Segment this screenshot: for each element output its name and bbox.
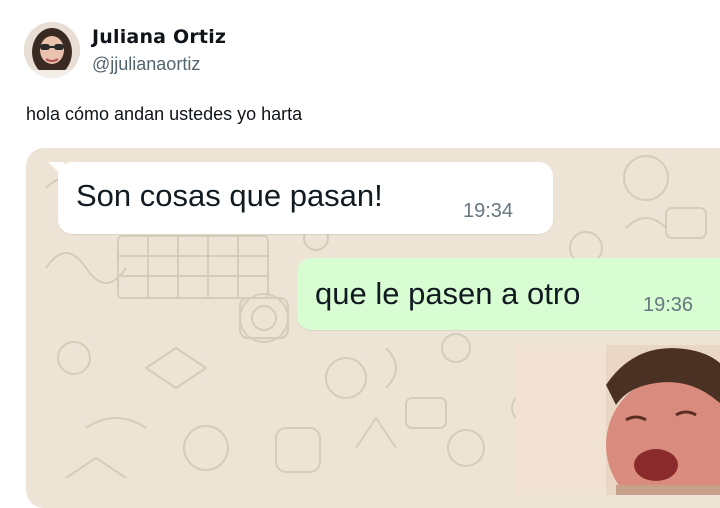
outgoing-message-text: que le pasen a otro (315, 276, 581, 311)
tweet-text: hola cómo andan ustedes yo harta (26, 104, 303, 124)
crying-child-photo[interactable] (516, 345, 720, 495)
user-handle[interactable]: @jjulianaortiz (92, 54, 200, 75)
tweet-media-chat-screenshot[interactable]: Son cosas que pasan! 19:34 que le pasen … (26, 148, 720, 508)
display-name[interactable]: Juliana Ortiz (92, 26, 226, 48)
avatar[interactable] (24, 22, 80, 78)
outgoing-message-bubble[interactable]: que le pasen a otro 19:36 (297, 258, 720, 330)
avatar-portrait-icon (24, 22, 80, 78)
incoming-message-text: Son cosas que pasan! (76, 178, 383, 213)
tweet-header: Juliana Ortiz @jjulianaortiz (0, 0, 720, 90)
incoming-message-time: 19:34 (463, 200, 514, 222)
crying-child-photo-image (516, 345, 720, 495)
incoming-message-bubble[interactable]: Son cosas que pasan! 19:34 (58, 162, 553, 234)
outgoing-message-time: 19:36 (643, 294, 694, 316)
